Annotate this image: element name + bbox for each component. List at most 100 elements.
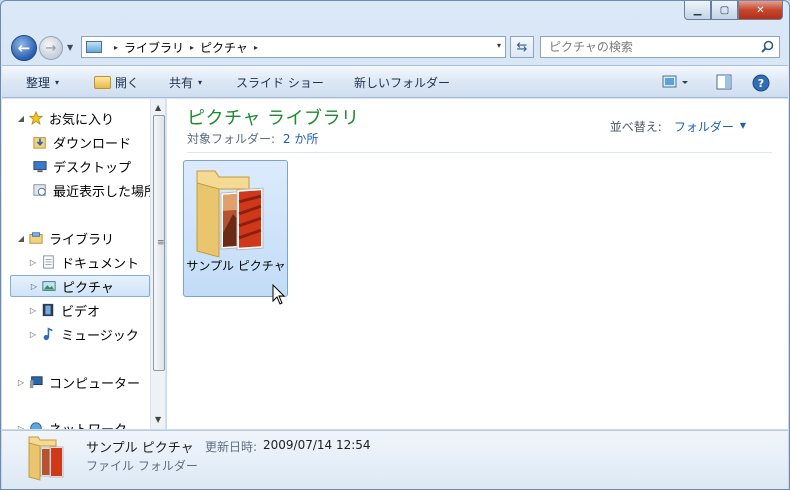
tree-item-favorites[interactable]: ◢ お気に入り: [16, 107, 164, 129]
svg-text:?: ?: [758, 77, 764, 90]
scroll-down-icon[interactable]: ▼: [155, 415, 161, 424]
new-folder-button[interactable]: 新しいフォルダー: [354, 66, 450, 98]
tree-label: デスクトップ: [53, 160, 132, 176]
desktop-icon: [33, 161, 47, 173]
collapse-arrow-icon[interactable]: ▷: [28, 258, 38, 267]
address-bar[interactable]: ▸ ライブラリ ▸ ピクチャ ▸ ▾: [81, 36, 506, 58]
search-box[interactable]: [540, 36, 780, 58]
change-view-icon[interactable]: [662, 74, 692, 90]
collapse-arrow-icon[interactable]: ▷: [29, 282, 39, 291]
tree-item-libraries[interactable]: ◢ ライブラリ: [16, 227, 164, 249]
breadcrumb-separator-icon[interactable]: ▸: [254, 43, 258, 52]
close-button[interactable]: ✕: [738, 1, 783, 20]
tree-label: ライブラリ: [49, 232, 115, 248]
tree-item-recent-places[interactable]: 最近表示した場所: [30, 179, 165, 201]
close-icon: ✕: [756, 4, 765, 16]
computer-icon: [29, 376, 43, 389]
library-subtitle: 対象フォルダー: 2 か所: [187, 130, 318, 147]
tree-item-pictures[interactable]: ▷ ピクチャ: [10, 275, 150, 297]
network-icon: [30, 422, 42, 429]
tree-label: ビデオ: [61, 304, 101, 320]
collapse-arrow-icon[interactable]: ▷: [16, 424, 26, 430]
details-date-value: 2009/07/14 12:54: [263, 438, 371, 452]
back-button[interactable]: ←: [11, 35, 37, 61]
share-menu[interactable]: 共有 ▾: [169, 66, 202, 98]
picture-folder-icon: [28, 436, 64, 481]
preview-pane-icon[interactable]: [716, 74, 732, 90]
library-title: ピクチャ ライブラリ: [187, 108, 360, 129]
open-button[interactable]: 開く: [94, 66, 139, 98]
star-icon: [28, 111, 44, 125]
included-folders-link[interactable]: 2 か所: [283, 132, 318, 146]
slideshow-button[interactable]: スライド ショー: [236, 66, 324, 98]
command-bar: 整理 ▾ 開く 共有 ▾ スライド ショー 新しいフォルダー ?: [2, 65, 788, 98]
refresh-button[interactable]: ⇆: [510, 36, 534, 58]
breadcrumb-pictures[interactable]: ピクチャ: [200, 39, 248, 56]
music-note-icon: [43, 327, 53, 341]
caption-buttons: ▁ ▢ ✕: [684, 1, 783, 21]
tree-item-documents[interactable]: ▷ ドキュメント: [28, 251, 165, 273]
folder-label: サンプル ピクチャ: [186, 259, 286, 273]
pictures-icon: [42, 281, 56, 291]
tree-label: ダウンロード: [53, 136, 132, 152]
tree-label: ピクチャ: [62, 280, 114, 296]
chevron-down-icon: ▼: [67, 43, 74, 52]
expand-arrow-icon[interactable]: ◢: [16, 114, 26, 123]
forward-arrow-icon: →: [45, 40, 57, 56]
minimize-button[interactable]: ▁: [684, 1, 711, 20]
organize-label: 整理: [26, 75, 51, 90]
breadcrumb-separator-icon[interactable]: ▸: [190, 43, 194, 52]
tree-item-downloads[interactable]: ダウンロード: [30, 131, 165, 153]
collapse-arrow-icon[interactable]: ▷: [28, 330, 38, 339]
forward-button[interactable]: →: [39, 36, 63, 60]
slideshow-label: スライド ショー: [236, 75, 324, 90]
documents-icon: [43, 255, 54, 269]
help-icon[interactable]: ?: [752, 74, 770, 92]
details-date-label: 更新日時:: [205, 440, 258, 454]
details-item-name: サンプル ピクチャ: [86, 441, 194, 456]
back-arrow-icon: ←: [17, 39, 31, 57]
details-item-type: ファイル フォルダー: [86, 459, 198, 473]
folder-tile-sample-pictures[interactable]: サンプル ピクチャ: [183, 160, 288, 297]
recent-pages-dropdown[interactable]: ▼: [67, 43, 73, 52]
navigation-scrollbar[interactable]: ▲ ≡ ▼: [150, 99, 165, 429]
search-input[interactable]: [541, 37, 741, 57]
open-folder-icon: [94, 75, 111, 89]
expand-arrow-icon[interactable]: ◢: [16, 234, 26, 243]
organize-menu[interactable]: 整理 ▾: [26, 66, 59, 98]
tree-item-network[interactable]: ▷ ネットワーク: [16, 417, 164, 429]
tree-item-computer[interactable]: ▷ コンピューター: [16, 371, 164, 393]
maximize-button[interactable]: ▢: [711, 1, 738, 20]
grip-icon: ≡: [157, 238, 165, 248]
collapse-arrow-icon[interactable]: ▷: [16, 378, 26, 387]
open-label: 開く: [115, 75, 140, 90]
scroll-up-icon[interactable]: ▲: [155, 103, 161, 112]
breadcrumb-libraries[interactable]: ライブラリ: [124, 39, 184, 56]
chevron-down-icon: ▾: [55, 77, 60, 87]
scrollbar-thumb[interactable]: ≡: [153, 115, 165, 371]
details-pane: サンプル ピクチャ 更新日時: 2009/07/14 12:54 ファイル フォ…: [2, 430, 788, 489]
arrange-by-label: 並べ替え:: [609, 120, 662, 134]
recent-places-icon: [33, 184, 46, 196]
tree-item-desktop[interactable]: デスクトップ: [30, 155, 165, 177]
tree-label: お気に入り: [49, 112, 115, 128]
refresh-icon: ⇆: [516, 39, 528, 55]
maximize-icon: ▢: [719, 4, 730, 16]
tree-item-videos[interactable]: ▷ ビデオ: [28, 299, 165, 321]
content-pane: ピクチャ ライブラリ 対象フォルダー: 2 か所 並べ替え: フォルダー ▼ サ…: [167, 99, 788, 429]
tree-label: 最近表示した場所: [53, 184, 158, 200]
arrange-by-dropdown[interactable]: フォルダー: [674, 118, 734, 135]
collapse-arrow-icon[interactable]: ▷: [28, 306, 38, 315]
breadcrumb-separator-icon[interactable]: ▸: [114, 43, 118, 52]
downloads-folder-icon: [33, 137, 46, 149]
chevron-down-icon[interactable]: ▼: [740, 121, 746, 135]
search-icon[interactable]: [761, 40, 774, 53]
explorer-window: ▁ ▢ ✕ ← → ▼ ▸ ライブラリ ▸ ピクチャ ▸ ▾ ⇆ 整理 ▾: [0, 0, 790, 490]
minimize-icon: ▁: [693, 4, 702, 16]
tree-item-music[interactable]: ▷ ミュージック: [28, 323, 165, 345]
breadcrumb: ▸ ライブラリ ▸ ピクチャ ▸: [108, 39, 264, 56]
tree-label: コンピューター: [49, 376, 141, 392]
address-dropdown-icon[interactable]: ▾: [497, 41, 501, 50]
new-folder-label: 新しいフォルダー: [354, 75, 451, 90]
libraries-icon: [29, 232, 43, 244]
